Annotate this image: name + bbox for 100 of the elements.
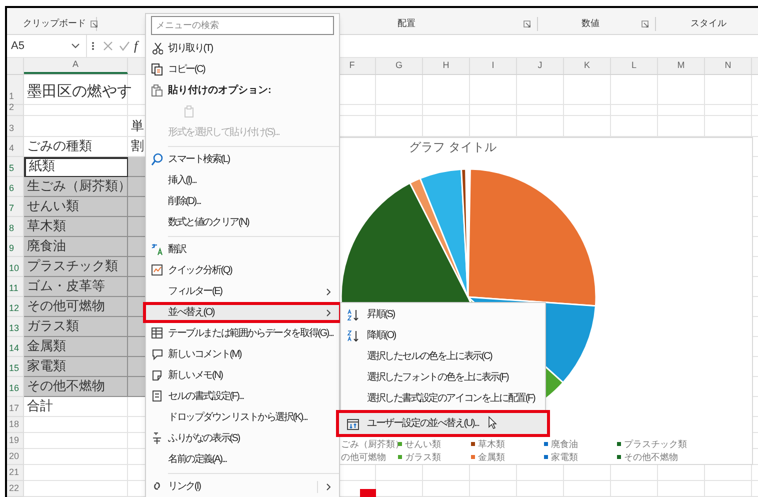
table-cell[interactable]: [24, 433, 128, 449]
row-header[interactable]: 11: [7, 277, 24, 297]
row-header[interactable]: 19: [7, 433, 24, 449]
table-cell[interactable]: [24, 449, 128, 465]
legend-label: その他不燃物: [624, 451, 678, 463]
table-cell[interactable]: 紙類: [24, 157, 128, 177]
column-header[interactable]: L: [611, 58, 658, 74]
menu-icon: [151, 264, 163, 277]
column-header[interactable]: K: [564, 58, 611, 74]
table-cell[interactable]: 金属類: [24, 337, 128, 357]
table-cell[interactable]: [611, 75, 658, 105]
row-header[interactable]: 8: [7, 217, 24, 237]
row-header[interactable]: 6: [7, 177, 24, 197]
submenu-item[interactable]: ユーザー設定の並べ替え(U)...: [336, 410, 550, 437]
table-cell[interactable]: [376, 75, 423, 105]
row-header[interactable]: 5: [7, 157, 24, 177]
search-field[interactable]: メニューの検索: [151, 16, 334, 35]
table-cell[interactable]: ゴム・皮革等: [24, 277, 128, 297]
table-cell[interactable]: プラスチック類: [24, 257, 128, 277]
column-header[interactable]: M: [658, 58, 705, 74]
table-cell[interactable]: [423, 75, 470, 105]
row-header[interactable]: 14: [7, 337, 24, 357]
legend-label: 廃食油: [551, 438, 578, 450]
table-cell[interactable]: [470, 481, 517, 497]
table-cell[interactable]: [705, 75, 752, 105]
row-header[interactable]: 1: [7, 75, 24, 105]
table-cell[interactable]: 廃食油: [24, 237, 128, 257]
column-header[interactable]: A: [24, 58, 128, 74]
row-header[interactable]: 21: [7, 465, 24, 481]
submenu-item[interactable]: 昇順(S): [341, 304, 545, 325]
table-cell[interactable]: [564, 105, 611, 116]
row-header[interactable]: 4: [7, 137, 24, 157]
table-cell[interactable]: その他可燃物: [24, 297, 128, 317]
legend-label: 金属類: [478, 451, 505, 463]
pie-slice[interactable]: [467, 168, 597, 307]
row-header[interactable]: 18: [7, 417, 24, 433]
menu-item[interactable]: リンク(I): [146, 476, 339, 497]
table-cell[interactable]: [24, 116, 128, 137]
table-cell[interactable]: [470, 75, 517, 105]
table-cell[interactable]: [24, 105, 128, 116]
dialog-launcher-icon[interactable]: [641, 20, 649, 28]
row-header[interactable]: 22: [7, 481, 24, 497]
table-cell[interactable]: [470, 105, 517, 116]
name-box[interactable]: A5: [7, 34, 87, 57]
column-header[interactable]: H: [423, 58, 470, 74]
table-cell[interactable]: [517, 481, 564, 497]
row-header[interactable]: 9: [7, 237, 24, 257]
table-cell[interactable]: [658, 105, 705, 116]
row-header[interactable]: 7: [7, 197, 24, 217]
column-header[interactable]: G: [376, 58, 423, 74]
table-cell[interactable]: せんい類: [24, 197, 128, 217]
table-cell[interactable]: 家電類: [24, 357, 128, 377]
dialog-launcher-icon[interactable]: [523, 20, 531, 28]
table-cell[interactable]: [705, 105, 752, 116]
table-cell[interactable]: 合計: [24, 397, 128, 417]
table-cell[interactable]: [423, 105, 470, 116]
table-cell[interactable]: [24, 481, 128, 497]
menu-item[interactable]: 切り取り(T): [146, 38, 339, 59]
table-cell[interactable]: [658, 481, 705, 497]
submenu-item[interactable]: 選択した書式設定のアイコンを上に配置(F): [341, 388, 545, 409]
name-box-value: A5: [11, 38, 24, 54]
table-cell[interactable]: [423, 481, 470, 497]
table-cell[interactable]: [24, 465, 128, 481]
table-cell[interactable]: [611, 481, 658, 497]
table-cell[interactable]: その他不燃物: [24, 377, 128, 397]
ribbon-group-label: 配置: [398, 16, 416, 30]
pie-slice[interactable]: [460, 168, 469, 298]
submenu-item[interactable]: 降順(O): [341, 325, 545, 346]
table-cell[interactable]: [611, 105, 658, 116]
table-cell[interactable]: [517, 75, 564, 105]
row-header[interactable]: 2: [7, 105, 24, 116]
submenu-item[interactable]: 選択したセルの色を上に表示(C): [341, 346, 545, 367]
legend-label: 草木類: [478, 438, 505, 450]
dialog-launcher-icon[interactable]: [90, 20, 98, 28]
pie-slice[interactable]: [419, 168, 469, 298]
function-label[interactable]: f: [134, 36, 138, 56]
table-cell[interactable]: [376, 105, 423, 116]
table-cell[interactable]: 生ごみ（厨芥類）: [24, 177, 128, 197]
column-header[interactable]: J: [517, 58, 564, 74]
table-cell[interactable]: 草木類: [24, 217, 128, 237]
submenu-item[interactable]: 選択したフォントの色を上に表示(F): [341, 367, 545, 388]
table-cell[interactable]: [564, 481, 611, 497]
menu-item[interactable]: 並べ替え(O): [143, 302, 342, 323]
row-header[interactable]: 17: [7, 397, 24, 417]
row-header[interactable]: 13: [7, 317, 24, 337]
table-cell[interactable]: [564, 75, 611, 105]
column-header[interactable]: I: [470, 58, 517, 74]
table-cell[interactable]: [24, 417, 128, 433]
ribbon-group-label: クリップボード: [23, 16, 86, 30]
row-header[interactable]: 3: [7, 116, 24, 137]
row-header[interactable]: 15: [7, 357, 24, 377]
row-header[interactable]: 10: [7, 257, 24, 277]
table-cell[interactable]: [517, 105, 564, 116]
table-cell[interactable]: [658, 75, 705, 105]
row-header[interactable]: 20: [7, 449, 24, 465]
table-cell[interactable]: ガラス類: [24, 317, 128, 337]
row-header[interactable]: 12: [7, 297, 24, 317]
table-cell[interactable]: [705, 481, 752, 497]
column-header[interactable]: N: [705, 58, 752, 74]
row-header[interactable]: 16: [7, 377, 24, 397]
